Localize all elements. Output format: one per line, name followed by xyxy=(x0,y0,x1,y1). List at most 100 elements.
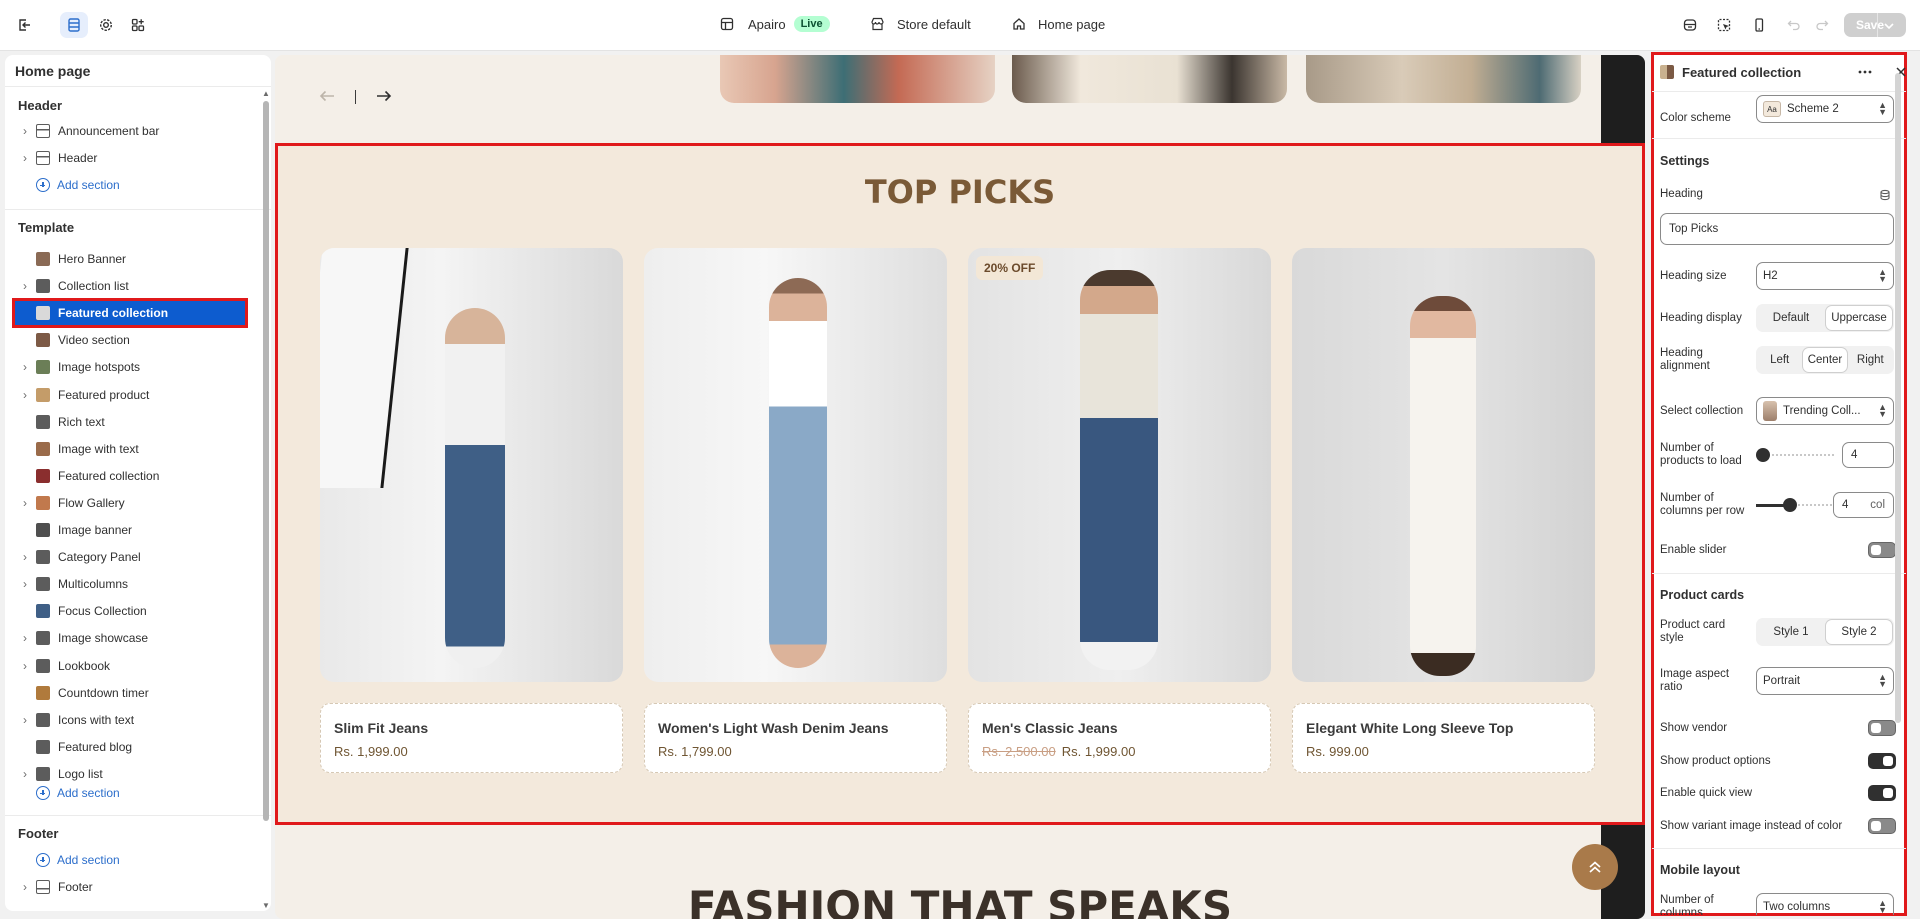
sidebar-scrollbar[interactable]: ▲ ▼ xyxy=(261,89,270,910)
section-item-multicolumns[interactable]: › Multicolumns xyxy=(14,571,246,597)
select-collection-picker[interactable]: Trending Coll... ▲ ▼ xyxy=(1756,397,1894,425)
section-item-announcement-bar[interactable]: › Announcement bar xyxy=(14,118,246,144)
chevron-right-icon[interactable]: › xyxy=(14,360,36,374)
section-item-image-showcase[interactable]: › Image showcase xyxy=(14,625,246,651)
save-options-chevron-icon[interactable] xyxy=(1883,21,1895,31)
product-price: Rs. 1,999.00 xyxy=(334,744,408,759)
section-item-icons-with-text[interactable]: › Icons with text xyxy=(14,707,246,733)
featured-collection-section[interactable]: TOP PICKS 20% OFF Slim Fit Jeans Rs. 1,99… xyxy=(275,143,1645,825)
chevron-right-icon[interactable]: › xyxy=(14,631,36,645)
section-item-video-section[interactable]: Video section xyxy=(14,327,246,353)
product-image[interactable] xyxy=(644,248,947,682)
heading-display-option-uppercase[interactable]: Uppercase xyxy=(1826,306,1892,330)
chevron-right-icon[interactable]: › xyxy=(14,659,36,673)
gear-icon[interactable] xyxy=(92,12,120,38)
chevron-right-icon[interactable]: › xyxy=(14,713,36,727)
card-style-option-2[interactable]: Style 2 xyxy=(1826,620,1892,644)
chevron-right-icon[interactable]: › xyxy=(14,880,36,894)
section-item-image-with-text[interactable]: Image with text xyxy=(14,436,246,462)
section-item-lookbook[interactable]: › Lookbook xyxy=(14,653,246,679)
select-element-icon[interactable] xyxy=(1710,12,1738,38)
section-item-label: Footer xyxy=(58,880,93,894)
dynamic-source-icon[interactable] xyxy=(1879,189,1891,201)
card-style-option-1[interactable]: Style 1 xyxy=(1758,620,1824,644)
section-item-focus-collection[interactable]: Focus Collection xyxy=(14,598,246,624)
alignment-option-left[interactable]: Left xyxy=(1758,348,1801,372)
enable-quick-view-toggle[interactable] xyxy=(1868,785,1896,801)
color-scheme-select[interactable]: Aa Scheme 2 ▲ ▼ xyxy=(1756,95,1894,123)
undo-icon[interactable] xyxy=(1780,12,1808,38)
product-card[interactable]: Slim Fit Jeans Rs. 1,999.00 xyxy=(320,703,623,773)
chevron-right-icon[interactable]: › xyxy=(14,388,36,402)
columns-per-row-input[interactable]: 4 col xyxy=(1833,492,1894,518)
section-item-category-panel[interactable]: › Category Panel xyxy=(14,544,246,570)
chevron-right-icon[interactable]: › xyxy=(14,279,36,293)
section-item-footer[interactable]: › Footer xyxy=(14,874,246,900)
chevron-right-icon[interactable]: › xyxy=(14,124,36,138)
heading-display-option-default[interactable]: Default xyxy=(1758,306,1824,330)
chevron-right-icon[interactable]: › xyxy=(14,577,36,591)
section-item-featured-collection[interactable]: Featured collection xyxy=(14,463,246,489)
section-item-hero-banner[interactable]: Hero Banner xyxy=(14,246,246,272)
products-to-load-thumb[interactable] xyxy=(1756,448,1770,462)
add-section-template-button[interactable]: Add section xyxy=(14,780,246,806)
theme-selector[interactable]: Store default xyxy=(870,0,971,48)
sidebar-scroll-thumb[interactable] xyxy=(263,101,269,821)
exit-icon[interactable] xyxy=(11,12,39,38)
product-image[interactable]: 20% OFF xyxy=(968,248,1271,682)
store-selector[interactable]: Apairo Live xyxy=(720,0,830,48)
section-item-rich-text[interactable]: Rich text xyxy=(14,409,246,435)
chevron-right-icon[interactable]: › xyxy=(14,550,36,564)
section-item-featured-blog[interactable]: Featured blog xyxy=(14,734,246,760)
products-to-load-value: 4 xyxy=(1851,449,1858,461)
sections-icon[interactable] xyxy=(60,12,88,38)
product-title[interactable]: Slim Fit Jeans xyxy=(334,720,609,736)
products-to-load-input[interactable]: 4 xyxy=(1842,442,1894,468)
heading-size-select[interactable]: H2 ▲ ▼ xyxy=(1756,262,1894,290)
mobile-columns-select[interactable]: Two columns ▲ ▼ xyxy=(1756,893,1894,915)
add-section-header-button[interactable]: Add section xyxy=(14,172,246,198)
chevron-right-icon[interactable]: › xyxy=(14,496,36,510)
chevron-right-icon[interactable]: › xyxy=(14,767,36,781)
image-aspect-ratio-select[interactable]: Portrait ▲ ▼ xyxy=(1756,667,1894,695)
enable-slider-toggle[interactable] xyxy=(1868,542,1896,558)
product-title[interactable]: Women's Light Wash Denim Jeans xyxy=(658,720,933,736)
add-section-label: Add section xyxy=(57,853,120,867)
section-item-featured-collection[interactable]: Featured collection xyxy=(12,298,248,328)
product-title[interactable]: Elegant White Long Sleeve Top xyxy=(1306,720,1581,736)
alignment-option-right[interactable]: Right xyxy=(1849,348,1892,372)
save-label: Save xyxy=(1856,18,1885,32)
section-item-header[interactable]: › Header xyxy=(14,145,246,171)
show-vendor-toggle[interactable] xyxy=(1868,720,1896,736)
section-item-collection-list[interactable]: › Collection list xyxy=(14,273,246,299)
show-variant-image-toggle[interactable] xyxy=(1868,818,1896,834)
add-section-footer-button[interactable]: Add section xyxy=(14,847,246,873)
page-selector[interactable]: Home page xyxy=(1012,0,1105,48)
show-product-options-toggle[interactable] xyxy=(1868,753,1896,769)
columns-per-row-thumb[interactable] xyxy=(1783,498,1797,512)
arrow-left-icon[interactable] xyxy=(319,89,335,103)
arrow-right-icon[interactable] xyxy=(376,89,392,103)
section-item-countdown-timer[interactable]: Countdown timer xyxy=(14,680,246,706)
section-item-image-banner[interactable]: Image banner xyxy=(14,517,246,543)
more-options-icon[interactable] xyxy=(1858,65,1872,79)
product-title[interactable]: Men's Classic Jeans xyxy=(982,720,1257,736)
add-circle-icon xyxy=(36,853,50,867)
product-image[interactable] xyxy=(1292,248,1595,682)
section-item-featured-product[interactable]: › Featured product xyxy=(14,382,246,408)
redo-icon[interactable] xyxy=(1808,12,1836,38)
settings-scrollbar[interactable] xyxy=(1895,73,1901,723)
product-image[interactable] xyxy=(320,248,623,682)
heading-input[interactable]: Top Picks xyxy=(1660,213,1894,245)
section-item-flow-gallery[interactable]: › Flow Gallery xyxy=(14,490,246,516)
section-item-image-hotspots[interactable]: › Image hotspots xyxy=(14,354,246,380)
product-card[interactable]: Women's Light Wash Denim Jeans Rs. 1,799.… xyxy=(644,703,947,773)
mobile-preview-icon[interactable] xyxy=(1745,12,1773,38)
alignment-option-center[interactable]: Center xyxy=(1803,348,1847,372)
product-card[interactable]: Elegant White Long Sleeve Top Rs. 999.00 xyxy=(1292,703,1595,773)
save-button[interactable]: Save xyxy=(1844,13,1906,37)
inspector-icon[interactable] xyxy=(1676,12,1704,38)
apps-icon[interactable] xyxy=(124,12,152,38)
product-card[interactable]: Men's Classic Jeans Rs. 2,500.00 Rs. 1,999… xyxy=(968,703,1271,773)
chevron-right-icon[interactable]: › xyxy=(14,151,36,165)
